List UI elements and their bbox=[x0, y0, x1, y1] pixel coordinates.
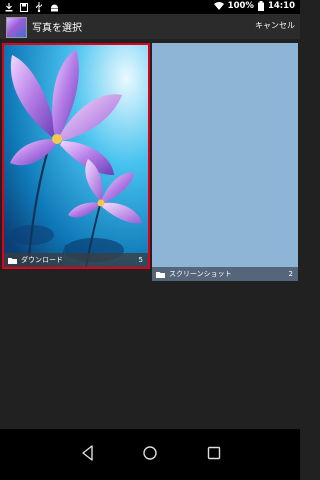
gallery-app-icon bbox=[6, 17, 27, 38]
status-bar: 100% 14:10 bbox=[0, 0, 300, 14]
folder-icon bbox=[156, 271, 165, 278]
folder-icon bbox=[8, 257, 17, 264]
app-bar: 写真を選択 キャンセル bbox=[0, 14, 300, 39]
album-info-bar: ダウンロード 5 bbox=[4, 253, 148, 267]
page-title: 写真を選択 bbox=[32, 23, 82, 34]
album-count: 5 bbox=[138, 256, 143, 264]
download-icon bbox=[5, 2, 13, 11]
album-thumbnail-flowers bbox=[4, 45, 148, 267]
back-icon[interactable] bbox=[78, 443, 98, 463]
usb-icon bbox=[36, 2, 42, 12]
battery-percent: 100% bbox=[227, 1, 254, 11]
home-icon[interactable] bbox=[140, 443, 160, 463]
recent-apps-icon[interactable] bbox=[204, 443, 224, 463]
album-info-bar: スクリーンショット 2 bbox=[152, 267, 298, 281]
album-name: ダウンロード bbox=[21, 256, 63, 264]
wifi-icon bbox=[213, 2, 224, 10]
album-grid: ダウンロード 5 スクリーンショット 2 bbox=[0, 39, 300, 429]
cancel-button[interactable]: キャンセル bbox=[255, 20, 295, 31]
navigation-bar bbox=[0, 429, 300, 480]
clock: 14:10 bbox=[267, 1, 295, 11]
android-debug-icon bbox=[51, 4, 58, 11]
album-name: スクリーンショット bbox=[169, 270, 232, 278]
album-downloads[interactable]: ダウンロード 5 bbox=[2, 43, 150, 269]
album-count: 2 bbox=[288, 270, 293, 278]
save-icon bbox=[20, 2, 28, 12]
album-screenshots[interactable]: スクリーンショット 2 bbox=[152, 43, 298, 281]
battery-icon bbox=[257, 1, 264, 11]
